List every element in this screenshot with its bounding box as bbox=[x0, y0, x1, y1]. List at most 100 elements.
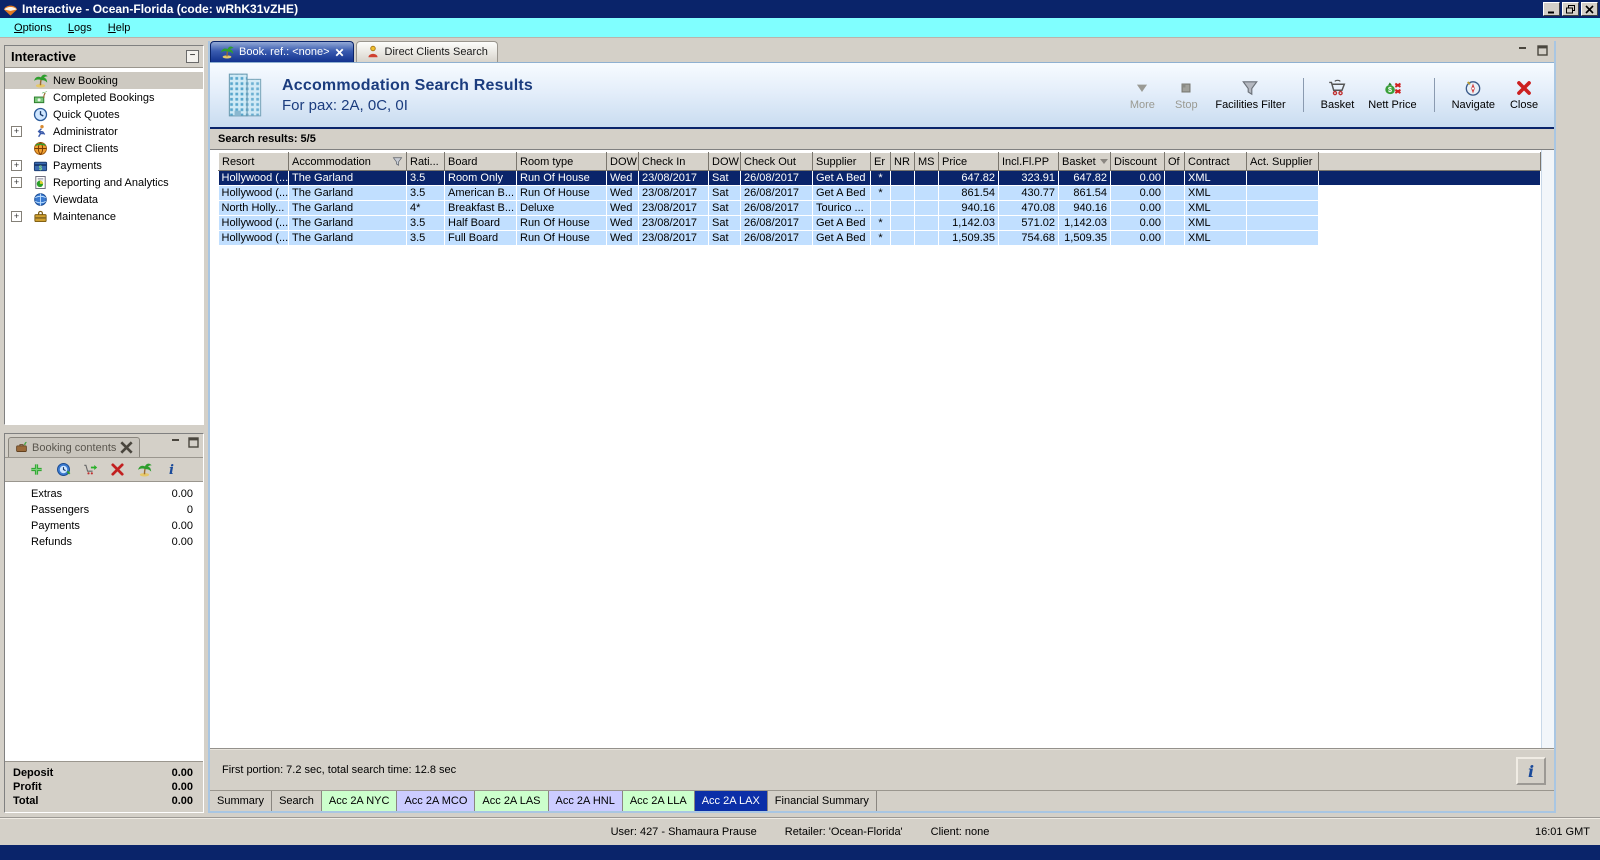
world-clock-button[interactable] bbox=[56, 462, 71, 477]
column-header-basket[interactable]: Basket bbox=[1058, 152, 1111, 171]
search-results-count: Search results: 5/5 bbox=[210, 129, 1554, 149]
column-header-rati-[interactable]: Rati... bbox=[406, 152, 445, 171]
tree-expander-icon[interactable]: + bbox=[11, 160, 22, 171]
sidebar-item-direct-clients[interactable]: Direct Clients bbox=[5, 140, 203, 157]
table-cell bbox=[914, 185, 939, 201]
booking-list-item[interactable]: Payments 0.00 bbox=[5, 518, 203, 534]
column-header-price[interactable]: Price bbox=[938, 152, 999, 171]
sidebar-item-completed-bookings[interactable]: Completed Bookings bbox=[5, 89, 203, 106]
column-header-dow[interactable]: DOW bbox=[606, 152, 639, 171]
info-button[interactable]: i bbox=[164, 462, 179, 477]
column-header-dow[interactable]: DOW bbox=[708, 152, 741, 171]
column-header-board[interactable]: Board bbox=[444, 152, 517, 171]
menu-item-help[interactable]: Help bbox=[100, 20, 139, 36]
tree-expander-icon[interactable]: + bbox=[11, 177, 22, 188]
booking-panel-maximize-icon[interactable] bbox=[188, 437, 199, 448]
table-cell bbox=[1164, 230, 1185, 246]
column-header-check-out[interactable]: Check Out bbox=[740, 152, 813, 171]
bottom-tab-acc-2a-las[interactable]: Acc 2A LAS bbox=[475, 791, 549, 811]
bottom-tab-acc-2a-mco[interactable]: Acc 2A MCO bbox=[397, 791, 476, 811]
bottom-tab-acc-2a-hnl[interactable]: Acc 2A HNL bbox=[548, 791, 623, 811]
bottom-tab-acc-2a-nyc[interactable]: Acc 2A NYC bbox=[321, 791, 398, 811]
table-cell: Get A Bed bbox=[812, 215, 871, 231]
suitcase-icon bbox=[15, 441, 28, 454]
booking-contents-tab[interactable]: Booking contents bbox=[8, 437, 141, 457]
column-header-check-in[interactable]: Check In bbox=[638, 152, 709, 171]
table-cell-filler bbox=[1318, 185, 1541, 201]
toolbar-button-label: Facilities Filter bbox=[1215, 99, 1286, 111]
column-header-act-supplier[interactable]: Act. Supplier bbox=[1246, 152, 1319, 171]
navigate-button[interactable]: Navigate bbox=[1447, 77, 1500, 113]
sidebar-item-payments[interactable]: + $ Payments bbox=[5, 157, 203, 174]
table-row[interactable]: Hollywood (... The Garland 3.5 Half Board Ru… bbox=[218, 215, 1541, 231]
booking-list-item[interactable]: Extras 0.00 bbox=[5, 486, 203, 502]
column-header-accommodation[interactable]: Accommodation bbox=[288, 152, 407, 171]
facilities-filter-button[interactable]: Facilities Filter bbox=[1210, 77, 1290, 113]
tree-expander-icon[interactable]: + bbox=[11, 126, 22, 137]
bottom-tab-financial-summary[interactable]: Financial Summary bbox=[767, 791, 877, 811]
bottom-tab-acc-2a-lla[interactable]: Acc 2A LLA bbox=[622, 791, 695, 811]
toolbar-button-label: Basket bbox=[1320, 99, 1355, 111]
column-header-of[interactable]: Of bbox=[1164, 152, 1185, 171]
table-cell: 23/08/2017 bbox=[638, 230, 709, 246]
sidebar-item-maintenance[interactable]: + Maintenance bbox=[5, 208, 203, 225]
booking-list-item[interactable]: Refunds 0.00 bbox=[5, 534, 203, 550]
close-window-button[interactable] bbox=[1581, 2, 1598, 16]
table-row[interactable]: North Holly... The Garland 4* Breakfast B..… bbox=[218, 200, 1541, 216]
table-row[interactable]: Hollywood (... The Garland 3.5 Room Only Run… bbox=[218, 170, 1541, 186]
column-header-ms[interactable]: MS bbox=[914, 152, 939, 171]
bottom-tab-summary[interactable]: Summary bbox=[210, 791, 273, 811]
panel-minimize-icon[interactable] bbox=[1518, 45, 1529, 56]
column-header-room-type[interactable]: Room type bbox=[516, 152, 607, 171]
bottom-tab-acc-2a-lax[interactable]: Acc 2A LAX bbox=[694, 791, 768, 811]
bottom-tab-search[interactable]: Search bbox=[272, 791, 322, 811]
basket-add-button[interactable] bbox=[83, 462, 98, 477]
sidebar-item-new-booking[interactable]: New Booking bbox=[5, 72, 203, 89]
restore-button[interactable] bbox=[1562, 2, 1579, 16]
column-header-er[interactable]: Er bbox=[870, 152, 891, 171]
menu-item-logs[interactable]: Logs bbox=[60, 20, 100, 36]
column-header-contract[interactable]: Contract bbox=[1184, 152, 1247, 171]
table-cell: XML bbox=[1184, 200, 1247, 216]
booking-list-item[interactable]: Passengers 0 bbox=[5, 502, 203, 518]
table-row[interactable]: Hollywood (... The Garland 3.5 American B..… bbox=[218, 185, 1541, 201]
column-filter-icon[interactable] bbox=[392, 156, 403, 167]
sidebar-item-reporting-and-analytics[interactable]: + Reporting and Analytics bbox=[5, 174, 203, 191]
sidebar-collapse-button[interactable]: − bbox=[186, 50, 199, 63]
tree-expander-icon[interactable]: + bbox=[11, 211, 22, 222]
tab-close-icon[interactable] bbox=[335, 48, 344, 57]
table-cell bbox=[1164, 170, 1185, 186]
sidebar-item-viewdata[interactable]: Viewdata bbox=[5, 191, 203, 208]
delete-button[interactable] bbox=[110, 462, 125, 477]
column-header-supplier[interactable]: Supplier bbox=[812, 152, 871, 171]
stop-button[interactable]: Stop bbox=[1166, 77, 1206, 113]
table-cell bbox=[1164, 215, 1185, 231]
more-button[interactable]: More bbox=[1122, 77, 1162, 113]
table-cell: Run Of House bbox=[516, 215, 607, 231]
booking-contents-window: Booking contents i Extras 0.00 Passengers 0… bbox=[4, 433, 204, 813]
table-cell: XML bbox=[1184, 185, 1247, 201]
column-header-nr[interactable]: NR bbox=[890, 152, 915, 171]
sidebar-item-quick-quotes[interactable]: Quick Quotes bbox=[5, 106, 203, 123]
booking-contents-close-icon[interactable] bbox=[120, 441, 134, 454]
basket-button[interactable]: Basket bbox=[1316, 77, 1360, 113]
table-row[interactable]: Hollywood (... The Garland 3.5 Full Board Ru… bbox=[218, 230, 1541, 246]
table-cell: Room Only bbox=[444, 170, 517, 186]
column-header-incl-fl-pp[interactable]: Incl.Fl.PP bbox=[998, 152, 1059, 171]
menu-item-options[interactable]: Options bbox=[6, 20, 60, 36]
column-header-resort[interactable]: Resort bbox=[218, 152, 289, 171]
table-cell: * bbox=[870, 215, 891, 231]
palm-tree-button[interactable] bbox=[137, 462, 152, 477]
tab-book-ref-none-[interactable]: Book. ref.: <none> bbox=[210, 41, 354, 62]
nett-price-button[interactable]: $ Nett Price bbox=[1363, 77, 1421, 113]
booking-panel-minimize-icon[interactable] bbox=[171, 437, 182, 448]
minimize-button[interactable] bbox=[1543, 2, 1560, 16]
sidebar-item-administrator[interactable]: + Administrator bbox=[5, 123, 203, 140]
column-header-discount[interactable]: Discount bbox=[1110, 152, 1165, 171]
tab-direct-clients-search[interactable]: Direct Clients Search bbox=[355, 41, 498, 62]
table-cell: American B... bbox=[444, 185, 517, 201]
add-button[interactable] bbox=[29, 462, 44, 477]
panel-maximize-icon[interactable] bbox=[1537, 45, 1548, 56]
info-button[interactable]: i bbox=[1516, 757, 1546, 785]
close-button[interactable]: Close bbox=[1504, 77, 1544, 113]
